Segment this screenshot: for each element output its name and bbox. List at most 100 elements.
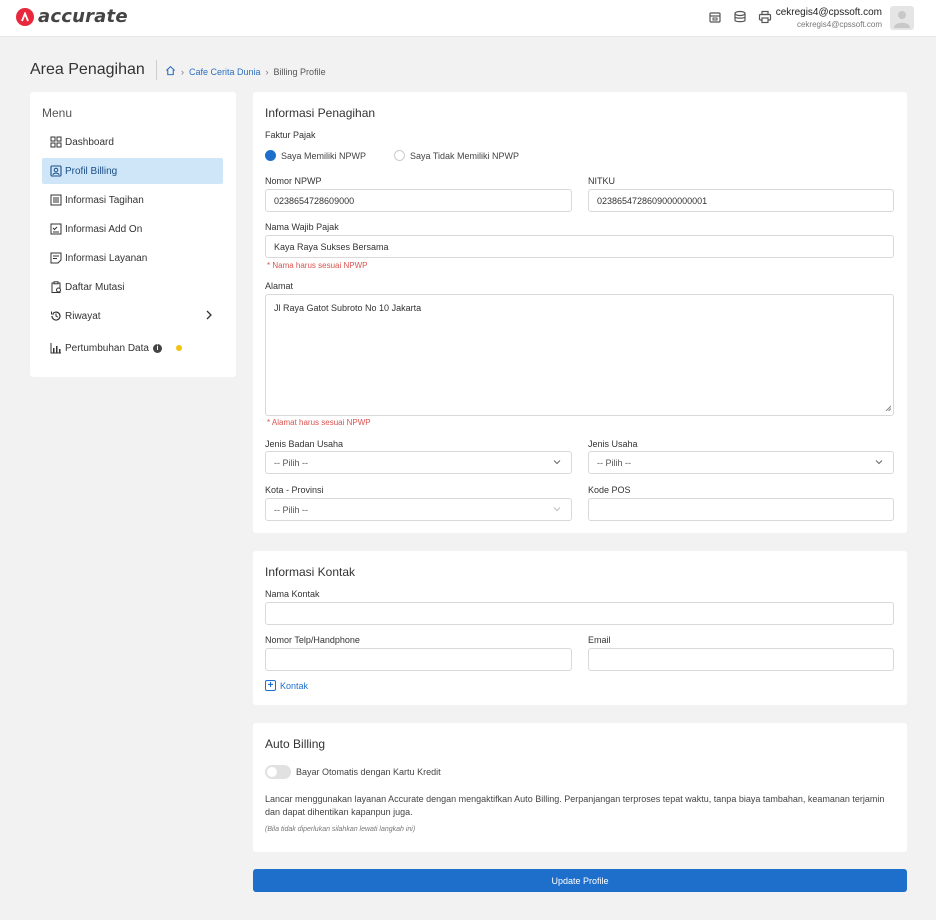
phone-input[interactable] [265, 648, 572, 671]
page-title: Area Penagihan [30, 61, 145, 78]
chevron-down-icon [553, 458, 561, 468]
history-icon [50, 310, 62, 322]
store-icon[interactable] [708, 10, 723, 25]
logo[interactable]: accurate [16, 6, 128, 27]
auto-billing-description: Lancar menggunakan layanan Accurate deng… [265, 794, 885, 817]
jenis-usaha-value: -- Pilih -- [597, 458, 631, 468]
mutation-icon [50, 281, 62, 293]
radio-no-npwp[interactable] [394, 150, 406, 161]
nitku-label: NITKU [588, 176, 615, 186]
breadcrumb-link[interactable]: Cafe Cerita Dunia [189, 67, 261, 77]
chevron-down-icon [875, 458, 883, 468]
sidebar-item-label: Informasi Add On [65, 223, 143, 235]
radio-no-npwp-label: Saya Tidak Memiliki NPWP [410, 150, 520, 161]
logo-text: accurate [38, 6, 128, 27]
profile-icon [50, 165, 62, 177]
dashboard-icon [50, 136, 62, 148]
sidebar-item-riwayat[interactable]: Riwayat [42, 303, 223, 329]
auto-billing-title: Auto Billing [265, 737, 326, 751]
kota-provinsi-value: -- Pilih -- [274, 505, 308, 515]
chevron-right-icon: › [181, 66, 184, 77]
wajib-pajak-input[interactable]: Kaya Raya Sukses Bersama [265, 235, 894, 258]
kota-provinsi-label: Kota - Provinsi [265, 485, 324, 495]
sidebar-item-dashboard[interactable]: Dashboard [42, 129, 223, 155]
npwp-label: Nomor NPWP [265, 176, 322, 186]
faktur-pajak-label: Faktur Pajak [265, 130, 316, 140]
sidebar-item-label: Dashboard [65, 136, 114, 148]
sidebar-item-profil-billing[interactable]: Profil Billing [42, 158, 223, 184]
sidebar-item-label: Profil Billing [65, 165, 118, 177]
nitku-input[interactable]: 0238654728609000000001 [588, 189, 894, 212]
npwp-input[interactable]: 0238654728609000 [265, 189, 572, 212]
sidebar-item-informasi-add-on[interactable]: Informasi Add On [42, 216, 223, 242]
phone-label: Nomor Telp/Handphone [265, 635, 360, 645]
sidebar-item-pertumbuhan-data[interactable]: Pertumbuhan Data i [42, 335, 223, 361]
contact-info-title: Informasi Kontak [265, 565, 356, 579]
sidebar-item-label: Pertumbuhan Data [65, 342, 149, 354]
email-label: Email [588, 635, 611, 645]
kode-pos-label: Kode POS [588, 485, 631, 495]
wajib-pajak-label: Nama Wajib Pajak [265, 222, 339, 232]
info-icon[interactable]: i [152, 343, 162, 353]
radio-has-npwp[interactable] [265, 150, 276, 161]
nama-kontak-label: Nama Kontak [265, 589, 320, 599]
resize-handle-icon[interactable] [885, 403, 892, 413]
title-divider [156, 60, 157, 80]
database-icon[interactable] [733, 10, 748, 25]
auto-billing-card: Auto Billing Bayar Otomatis dengan Kartu… [253, 723, 907, 852]
sidebar-item-label: Riwayat [65, 310, 101, 322]
alamat-label: Alamat [265, 281, 294, 291]
menu-title: Menu [42, 106, 73, 120]
badan-usaha-select[interactable]: -- Pilih -- [265, 451, 572, 474]
auto-billing-note: (Bila tidak diperlukan silahkan lewati l… [265, 826, 416, 833]
badan-usaha-value: -- Pilih -- [274, 458, 308, 468]
billing-info-card: Informasi Penagihan Faktur Pajak Saya Me… [253, 92, 907, 533]
print-icon[interactable] [758, 10, 773, 25]
addon-icon [50, 223, 62, 235]
user-info[interactable]: cekregis4@cpssoft.com cekregis4@cpssoft.… [776, 7, 882, 29]
add-contact-button[interactable]: + Kontak [265, 680, 308, 691]
sidebar-item-label: Informasi Tagihan [65, 194, 144, 206]
sidebar: Menu Dashboard Profil Billing Informasi … [30, 92, 236, 377]
chevron-down-icon [553, 505, 561, 515]
accurate-logo-icon [16, 7, 34, 26]
sidebar-item-label: Daftar Mutasi [65, 281, 125, 293]
jenis-usaha-label: Jenis Usaha [588, 439, 638, 449]
email-input[interactable] [588, 648, 894, 671]
radio-has-npwp-label: Saya Memiliki NPWP [281, 150, 367, 161]
notification-dot [175, 345, 182, 351]
service-icon [50, 252, 62, 264]
sidebar-item-informasi-layanan[interactable]: Informasi Layanan [42, 245, 223, 271]
add-contact-label: Kontak [280, 680, 309, 691]
billing-info-title: Informasi Penagihan [265, 106, 376, 120]
chevron-right-icon: › [265, 66, 269, 77]
auto-billing-toggle[interactable] [265, 765, 291, 779]
update-profile-button[interactable]: Update Profile [253, 869, 907, 892]
invoice-icon [50, 194, 62, 206]
contact-info-card: Informasi Kontak Nama Kontak Nomor Telp/… [253, 551, 907, 705]
nama-kontak-input[interactable] [265, 602, 894, 625]
kode-pos-input[interactable] [588, 498, 894, 521]
alamat-textarea[interactable]: Jl Raya Gatot Subroto No 10 Jakarta [265, 294, 894, 416]
alamat-value: Jl Raya Gatot Subroto No 10 Jakarta [274, 303, 422, 313]
alamat-hint: * Alamat harus sesuai NPWP [267, 418, 371, 427]
user-email: cekregis4@cpssoft.com [775, 7, 882, 18]
jenis-usaha-select[interactable]: -- Pilih -- [588, 451, 894, 474]
sidebar-item-daftar-mutasi[interactable]: Daftar Mutasi [42, 274, 223, 300]
home-icon[interactable] [165, 65, 176, 78]
kota-provinsi-select[interactable]: -- Pilih -- [265, 498, 572, 521]
sidebar-item-informasi-tagihan[interactable]: Informasi Tagihan [42, 187, 223, 213]
sidebar-item-label: Informasi Layanan [65, 252, 148, 264]
top-bar: accurate cekregis4@cpssoft.com cekregis4… [0, 0, 936, 37]
plus-icon: + [265, 680, 276, 691]
breadcrumb-current: Billing Profile [273, 66, 326, 77]
avatar[interactable] [890, 6, 914, 30]
wajib-pajak-hint: * Nama harus sesuai NPWP [267, 261, 368, 270]
breadcrumb: › Cafe Cerita Dunia › Billing Profile [165, 65, 326, 78]
npwp-radio-group: Saya Memiliki NPWP Saya Tidak Memiliki N… [265, 150, 519, 161]
auto-billing-toggle-label: Bayar Otomatis dengan Kartu Kredit [296, 767, 441, 777]
user-subtitle: cekregis4@cpssoft.com [796, 20, 882, 29]
chevron-right-icon [205, 310, 213, 323]
badan-usaha-label: Jenis Badan Usaha [265, 439, 344, 449]
chart-icon [50, 342, 62, 354]
